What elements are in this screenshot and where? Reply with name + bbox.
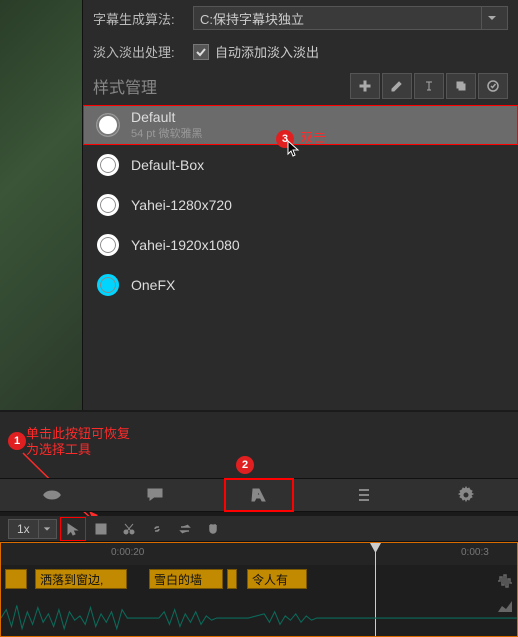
edit-style-button[interactable]: [382, 73, 412, 99]
style-radio-icon: [97, 234, 119, 256]
tab-eye[interactable]: [17, 478, 87, 512]
time-tick: 0:00:20: [111, 547, 144, 558]
add-style-button[interactable]: [350, 73, 380, 99]
waveform-icon: [1, 597, 517, 637]
zoom-value: 1x: [9, 522, 38, 536]
annotation-badge-2: 2: [236, 456, 254, 474]
subtitle-track[interactable]: 洒落到窗边, 雪白的墙 令人有: [1, 569, 517, 591]
style-tools: [350, 73, 508, 99]
clip-label: 令人有: [252, 571, 288, 588]
link-tool-button[interactable]: [145, 518, 169, 540]
tab-comment[interactable]: [120, 478, 190, 512]
style-name: Default: [131, 109, 203, 125]
chart-toggle-icon[interactable]: [496, 598, 514, 616]
zoom-dropdown[interactable]: 1x: [8, 519, 57, 539]
style-item-yahei-1080[interactable]: Yahei-1920x1080: [83, 225, 518, 265]
style-radio-icon: [97, 274, 119, 296]
algo-value: C:保持字幕块独立: [200, 9, 304, 28]
cursor-icon: [287, 140, 301, 158]
waveform-toggle-icon[interactable]: [496, 572, 514, 590]
timeline[interactable]: 0:00:20 0:00:3 洒落到窗边, 雪白的墙 令人有: [0, 542, 518, 637]
mode-tabs: [0, 478, 518, 512]
timeline-side-icons: [496, 572, 514, 616]
style-manager-title: 样式管理: [93, 74, 157, 98]
annotation-text-3: 双击: [300, 130, 326, 146]
style-name: Default-Box: [131, 157, 204, 173]
chevron-down-icon: [481, 7, 501, 29]
style-name: OneFX: [131, 277, 175, 293]
subtitle-clip[interactable]: 令人有: [247, 569, 307, 589]
text-style-button[interactable]: [414, 73, 444, 99]
tab-settings[interactable]: [431, 478, 501, 512]
edit-tool-button[interactable]: [89, 518, 113, 540]
style-sub: 54 pt 微软雅黑: [131, 125, 203, 141]
subtitle-clip[interactable]: 雪白的墙: [149, 569, 223, 589]
style-name: Yahei-1920x1080: [131, 237, 240, 253]
cut-tool-button[interactable]: [117, 518, 141, 540]
clip-fragment[interactable]: [227, 569, 237, 589]
clip-label: 洒落到窗边,: [40, 571, 103, 588]
style-item-yahei-720[interactable]: Yahei-1280x720: [83, 185, 518, 225]
select-tool-button[interactable]: [61, 518, 85, 540]
style-item-onefx[interactable]: OneFX: [83, 265, 518, 305]
swap-tool-button[interactable]: [173, 518, 197, 540]
preview-strip: [0, 0, 82, 410]
style-radio-icon: [97, 194, 119, 216]
algo-label: 字幕生成算法:: [93, 9, 193, 28]
tab-list[interactable]: [328, 478, 398, 512]
time-tick: 0:00:3: [461, 547, 489, 558]
style-name: Yahei-1280x720: [131, 197, 232, 213]
algo-dropdown[interactable]: C:保持字幕块独立: [193, 6, 508, 30]
clip-fragment[interactable]: [5, 569, 27, 589]
copy-style-button[interactable]: [446, 73, 476, 99]
fade-label: 淡入淡出处理:: [93, 42, 193, 61]
time-ruler[interactable]: 0:00:20 0:00:3: [1, 543, 517, 565]
tab-text[interactable]: [224, 478, 294, 512]
chevron-down-icon: [38, 520, 56, 538]
subtitle-panel: 字幕生成算法: C:保持字幕块独立 淡入淡出处理: 自动添加淡入淡出 样式管理 …: [82, 0, 518, 410]
audio-track[interactable]: [1, 597, 517, 637]
style-radio-icon: [97, 154, 119, 176]
timeline-toolbar: 1x: [0, 516, 518, 542]
confirm-style-button[interactable]: [478, 73, 508, 99]
fade-checkbox-label: 自动添加淡入淡出: [215, 42, 319, 61]
fade-checkbox[interactable]: [193, 44, 209, 60]
magnet-tool-button[interactable]: [201, 518, 225, 540]
subtitle-clip[interactable]: 洒落到窗边,: [35, 569, 127, 589]
style-radio-icon: [97, 114, 119, 136]
clip-label: 雪白的墙: [154, 571, 202, 588]
